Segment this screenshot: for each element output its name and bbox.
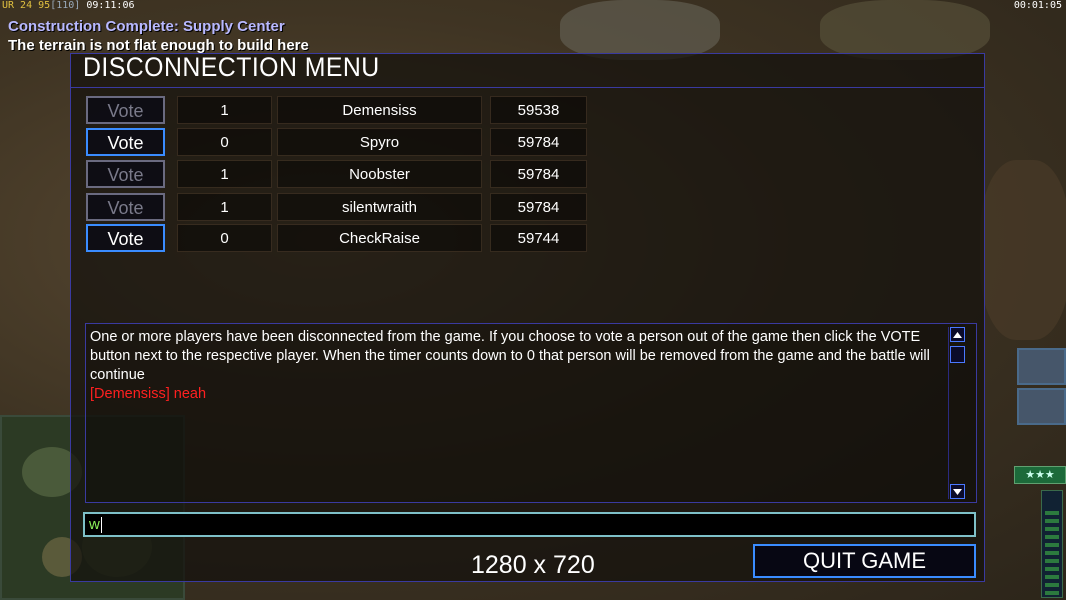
terrain-patch [980, 160, 1066, 340]
player-name: CheckRaise [277, 224, 482, 252]
player-timer: 59784 [490, 128, 587, 156]
player-name: silentwraith [277, 193, 482, 221]
satellite-icon[interactable] [1017, 348, 1066, 385]
vote-button[interactable]: Vote [86, 224, 165, 252]
player-chat-message: [Demensiss] neah [90, 386, 207, 402]
hud-clock: 09:11:06 [86, 0, 135, 11]
arrow-up-icon [953, 331, 962, 338]
vote-count: 0 [177, 128, 272, 156]
chat-input[interactable]: w [83, 512, 976, 537]
hud-timer: 00:01:05 [1013, 0, 1062, 11]
vote-count: 1 [177, 160, 272, 188]
vote-button[interactable]: Vote [86, 128, 165, 156]
hud-stats: UR 24 95[110] 09:11:06 [2, 0, 135, 11]
vote-count: 0 [177, 224, 272, 252]
vote-button[interactable]: Vote [86, 160, 165, 188]
chat-input-value: w [89, 516, 100, 533]
resolution-label: 1280 x 720 [471, 551, 595, 579]
vote-button[interactable]: Vote [86, 193, 165, 221]
aircraft-icon[interactable] [1017, 388, 1066, 425]
power-meter [1041, 490, 1063, 598]
hud-prefix: UR 24 [2, 0, 33, 11]
scroll-down-button[interactable] [950, 484, 965, 499]
vote-button[interactable]: Vote [86, 96, 165, 124]
construction-message: Construction Complete: Supply Center [8, 18, 285, 35]
player-timer: 59784 [490, 193, 587, 221]
player-name: Demensiss [277, 96, 482, 124]
hud-bracket: [110] [50, 0, 81, 11]
chat-log[interactable]: One or more players have been disconnect… [85, 323, 977, 503]
player-name: Spyro [277, 128, 482, 156]
quit-game-button[interactable]: QUIT GAME [753, 544, 976, 578]
system-message: One or more players have been disconnect… [90, 329, 930, 383]
arrow-down-icon [953, 488, 962, 495]
player-timer: 59538 [490, 96, 587, 124]
player-timer: 59784 [490, 160, 587, 188]
player-timer: 59744 [490, 224, 587, 252]
player-name: Noobster [277, 160, 482, 188]
scroll-thumb[interactable] [950, 346, 965, 363]
panel-title: DISCONNECTION MENU [83, 52, 380, 82]
text-caret [100, 517, 102, 534]
vote-count: 1 [177, 96, 272, 124]
terrain-patch [560, 0, 720, 60]
chat-scrollbar[interactable] [948, 327, 966, 499]
hud-stat: 95 [38, 0, 51, 11]
terrain-patch [820, 0, 990, 60]
disconnection-menu: DISCONNECTION MENU Vote 1 Demensiss 5953… [70, 52, 985, 582]
chat-messages: One or more players have been disconnect… [90, 328, 946, 404]
vote-count: 1 [177, 193, 272, 221]
title-divider [71, 87, 984, 88]
rank-stars: ★★★ [1014, 466, 1066, 484]
scroll-up-button[interactable] [950, 327, 965, 342]
